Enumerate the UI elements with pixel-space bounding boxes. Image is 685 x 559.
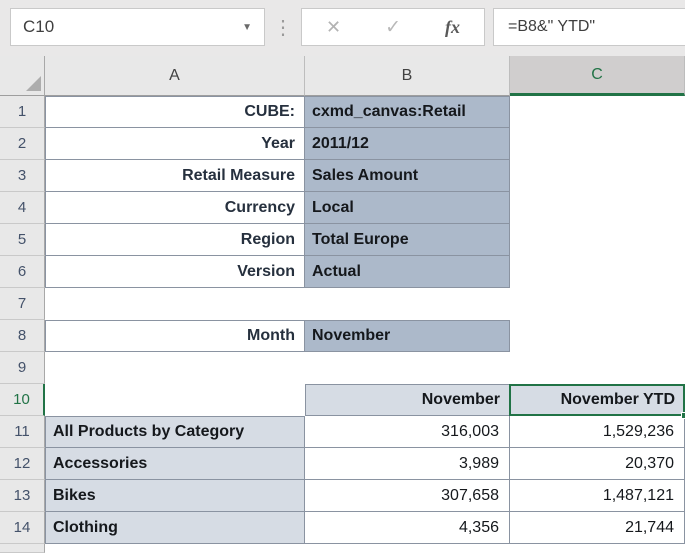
cell-b12[interactable]: 3,989 bbox=[305, 448, 510, 480]
cell-c14[interactable]: 21,744 bbox=[510, 512, 685, 544]
cell-a6[interactable]: Version bbox=[45, 256, 305, 288]
cell-c5[interactable] bbox=[510, 224, 685, 256]
cell-a13[interactable]: Bikes bbox=[45, 480, 305, 512]
table-row: 5 Region Total Europe bbox=[0, 224, 685, 256]
table-row: 6 Version Actual bbox=[0, 256, 685, 288]
cell-a1[interactable]: CUBE: bbox=[45, 96, 305, 128]
table-row: 11 All Products by Category 316,003 1,52… bbox=[0, 416, 685, 448]
cell-a4[interactable]: Currency bbox=[45, 192, 305, 224]
formula-buttons-group: ✕ ✓ fx bbox=[301, 8, 485, 46]
column-header-b[interactable]: B bbox=[305, 56, 510, 96]
cell-b9[interactable] bbox=[305, 352, 510, 384]
row-header-12[interactable]: 12 bbox=[0, 448, 45, 480]
cell-b10[interactable]: November bbox=[305, 384, 510, 416]
cell-c6[interactable] bbox=[510, 256, 685, 288]
cell-b1[interactable]: cxmd_canvas:Retail bbox=[305, 96, 510, 128]
formula-bar[interactable]: =B8&" YTD" bbox=[493, 8, 685, 46]
cell-c8[interactable] bbox=[510, 320, 685, 352]
cell-c13[interactable]: 1,487,121 bbox=[510, 480, 685, 512]
cell-b13[interactable]: 307,658 bbox=[305, 480, 510, 512]
row-header-14[interactable]: 14 bbox=[0, 512, 45, 544]
cell-b11[interactable]: 316,003 bbox=[305, 416, 510, 448]
cell-b15[interactable] bbox=[305, 544, 510, 553]
select-all-icon bbox=[26, 76, 41, 91]
name-box[interactable]: C10 ▼ bbox=[10, 8, 265, 46]
select-all-corner[interactable] bbox=[0, 56, 45, 96]
cell-b2[interactable]: 2011/12 bbox=[305, 128, 510, 160]
table-row: 1 CUBE: cxmd_canvas:Retail bbox=[0, 96, 685, 128]
table-row: 13 Bikes 307,658 1,487,121 bbox=[0, 480, 685, 512]
column-header-a[interactable]: A bbox=[45, 56, 305, 96]
spreadsheet-window: C10 ▼ ⋮ ✕ ✓ fx =B8&" YTD" A B C 1 CUBE: … bbox=[0, 0, 685, 559]
cell-b4[interactable]: Local bbox=[305, 192, 510, 224]
row-header-4[interactable]: 4 bbox=[0, 192, 45, 224]
cell-a11[interactable]: All Products by Category bbox=[45, 416, 305, 448]
cell-c7[interactable] bbox=[510, 288, 685, 320]
cell-a7[interactable] bbox=[45, 288, 305, 320]
table-row bbox=[0, 544, 685, 553]
table-row: 3 Retail Measure Sales Amount bbox=[0, 160, 685, 192]
cell-a12[interactable]: Accessories bbox=[45, 448, 305, 480]
cell-a9[interactable] bbox=[45, 352, 305, 384]
cell-a15[interactable] bbox=[45, 544, 305, 553]
row-header-11[interactable]: 11 bbox=[0, 416, 45, 448]
column-header-c[interactable]: C bbox=[510, 56, 685, 96]
row-header-9[interactable]: 9 bbox=[0, 352, 45, 384]
cell-a2[interactable]: Year bbox=[45, 128, 305, 160]
insert-function-icon[interactable]: fx bbox=[445, 17, 460, 38]
cell-a5[interactable]: Region bbox=[45, 224, 305, 256]
row-header-3[interactable]: 3 bbox=[0, 160, 45, 192]
row-header-2[interactable]: 2 bbox=[0, 128, 45, 160]
cell-c15[interactable] bbox=[510, 544, 685, 553]
cell-c2[interactable] bbox=[510, 128, 685, 160]
table-row: 10 November November YTD bbox=[0, 384, 685, 416]
row-header-5[interactable]: 5 bbox=[0, 224, 45, 256]
cell-c11[interactable]: 1,529,236 bbox=[510, 416, 685, 448]
cell-a3[interactable]: Retail Measure bbox=[45, 160, 305, 192]
row-header-15[interactable] bbox=[0, 544, 45, 553]
column-header-row: A B C bbox=[0, 56, 685, 96]
name-box-value: C10 bbox=[23, 17, 54, 37]
chevron-down-icon[interactable]: ▼ bbox=[242, 22, 252, 33]
cell-c10-active[interactable]: November YTD bbox=[510, 384, 685, 416]
enter-icon[interactable]: ✓ bbox=[385, 16, 401, 39]
cell-b6[interactable]: Actual bbox=[305, 256, 510, 288]
table-row: 14 Clothing 4,356 21,744 bbox=[0, 512, 685, 544]
active-cell-value: November YTD bbox=[561, 391, 675, 409]
cell-b5[interactable]: Total Europe bbox=[305, 224, 510, 256]
table-row: 7 bbox=[0, 288, 685, 320]
cell-c9[interactable] bbox=[510, 352, 685, 384]
toolbar-drag-handle-icon: ⋮ bbox=[265, 8, 301, 46]
table-row: 2 Year 2011/12 bbox=[0, 128, 685, 160]
cell-b3[interactable]: Sales Amount bbox=[305, 160, 510, 192]
cell-b14[interactable]: 4,356 bbox=[305, 512, 510, 544]
row-header-10[interactable]: 10 bbox=[0, 384, 45, 416]
cell-b8[interactable]: November bbox=[305, 320, 510, 352]
worksheet-grid: A B C 1 CUBE: cxmd_canvas:Retail 2 Year … bbox=[0, 56, 685, 553]
cell-b7[interactable] bbox=[305, 288, 510, 320]
table-row: 12 Accessories 3,989 20,370 bbox=[0, 448, 685, 480]
cell-c3[interactable] bbox=[510, 160, 685, 192]
row-header-1[interactable]: 1 bbox=[0, 96, 45, 128]
formula-toolbar: C10 ▼ ⋮ ✕ ✓ fx =B8&" YTD" bbox=[0, 0, 685, 56]
table-row: 4 Currency Local bbox=[0, 192, 685, 224]
cell-c12[interactable]: 20,370 bbox=[510, 448, 685, 480]
row-header-6[interactable]: 6 bbox=[0, 256, 45, 288]
cancel-icon[interactable]: ✕ bbox=[326, 17, 341, 38]
fill-handle[interactable] bbox=[681, 412, 685, 419]
cell-a8[interactable]: Month bbox=[45, 320, 305, 352]
cell-c4[interactable] bbox=[510, 192, 685, 224]
table-row: 8 Month November bbox=[0, 320, 685, 352]
row-header-8[interactable]: 8 bbox=[0, 320, 45, 352]
cell-a10[interactable] bbox=[45, 384, 305, 416]
table-row: 9 bbox=[0, 352, 685, 384]
row-header-7[interactable]: 7 bbox=[0, 288, 45, 320]
cell-a14[interactable]: Clothing bbox=[45, 512, 305, 544]
cell-c1[interactable] bbox=[510, 96, 685, 128]
row-header-13[interactable]: 13 bbox=[0, 480, 45, 512]
